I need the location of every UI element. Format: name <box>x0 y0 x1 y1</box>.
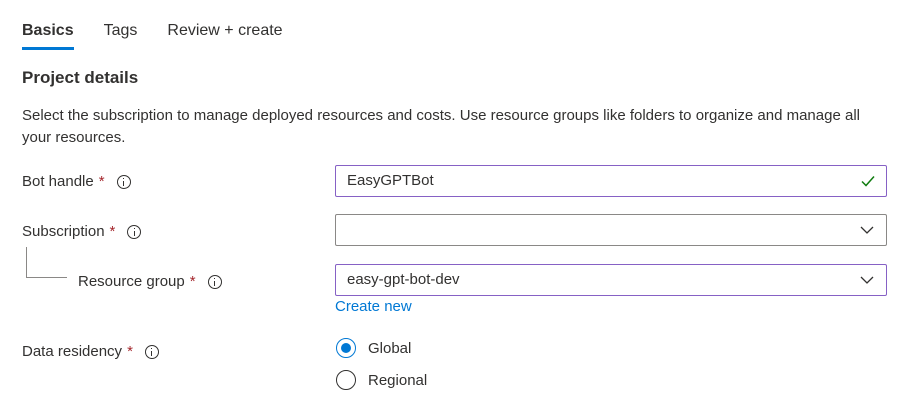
data-residency-label: Data residency * <box>22 342 159 362</box>
bot-handle-label-text: Bot handle <box>22 173 94 190</box>
subscription-label-text: Subscription <box>22 223 105 240</box>
section-description: Select the subscription to manage deploy… <box>22 107 860 146</box>
info-icon[interactable] <box>116 175 131 189</box>
required-asterisk: * <box>127 343 133 360</box>
bot-handle-value: EasyGPTBot <box>347 172 434 189</box>
tree-connector <box>26 247 67 278</box>
radio-global-label: Global <box>368 339 412 357</box>
resource-group-value: easy-gpt-bot-dev <box>347 271 460 288</box>
radio-button-unchecked[interactable] <box>336 370 356 390</box>
subscription-dropdown[interactable] <box>335 214 887 246</box>
resource-group-dropdown[interactable]: easy-gpt-bot-dev <box>335 264 887 296</box>
info-icon[interactable] <box>207 275 222 289</box>
radio-button-checked[interactable] <box>336 338 356 358</box>
chevron-down-icon <box>860 276 874 284</box>
required-asterisk: * <box>109 223 116 240</box>
data-residency-label-text: Data residency <box>22 343 123 360</box>
section-title: Project details <box>22 68 139 87</box>
radio-global[interactable]: Global <box>336 338 411 358</box>
chevron-down-icon <box>860 226 874 234</box>
tab-basics[interactable]: Basics <box>22 14 74 50</box>
radio-regional[interactable]: Regional <box>336 370 427 390</box>
radio-regional-label: Regional <box>368 371 428 389</box>
info-icon[interactable] <box>127 225 142 239</box>
resource-group-label: Resource group * <box>78 272 222 292</box>
bot-handle-input[interactable]: EasyGPTBot <box>335 165 887 197</box>
tab-review-create[interactable]: Review + create <box>167 14 282 50</box>
bot-handle-label: Bot handle * <box>22 172 131 192</box>
tab-tags[interactable]: Tags <box>104 14 138 50</box>
checkmark-icon <box>861 176 875 187</box>
resource-group-label-text: Resource group <box>78 273 185 290</box>
tab-bar: Basics Tags Review + create <box>22 14 313 52</box>
info-icon[interactable] <box>144 345 159 359</box>
required-asterisk: * <box>98 173 105 190</box>
required-asterisk: * <box>189 273 196 290</box>
subscription-label: Subscription * <box>22 222 142 242</box>
create-new-link[interactable]: Create new <box>335 298 412 315</box>
